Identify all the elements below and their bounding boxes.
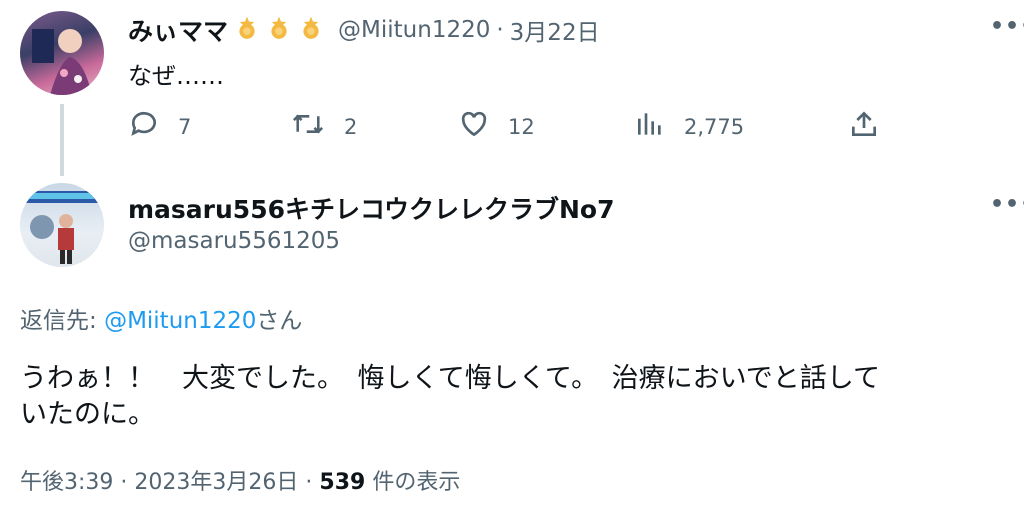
separator: · bbox=[496, 17, 504, 43]
retweet-icon bbox=[290, 108, 326, 145]
tweet1-header: みぃママ @Miitun1220 · 3月22日 bbox=[128, 12, 600, 48]
retweet-button[interactable]: 2 bbox=[290, 108, 357, 145]
tweet-date[interactable]: 3月22日 bbox=[510, 13, 600, 47]
tweet-text-line: うわぁ！！ 大変でした。 悔しくて悔しくて。 治療においでと話して bbox=[20, 363, 880, 394]
reply-prefix: 返信先: bbox=[20, 308, 97, 334]
views-button[interactable]: 2,775 bbox=[634, 108, 744, 145]
share-button[interactable] bbox=[848, 108, 880, 144]
more-options-icon[interactable]: ••• bbox=[990, 192, 1024, 217]
reply-count: 7 bbox=[178, 114, 192, 139]
display-name[interactable]: masaru556キチレコウクレレクラブNo7 bbox=[128, 190, 614, 226]
like-count: 12 bbox=[508, 114, 535, 139]
reply-icon bbox=[128, 108, 160, 145]
tweet-time[interactable]: 午後3:39 bbox=[20, 470, 113, 495]
reply-to-link[interactable]: @Miitun1220 bbox=[104, 308, 256, 334]
display-name[interactable]: みぃママ bbox=[128, 12, 228, 48]
like-button[interactable]: 12 bbox=[458, 108, 535, 145]
retweet-count: 2 bbox=[344, 114, 358, 139]
avatar-miimama[interactable] bbox=[20, 11, 104, 95]
handle[interactable]: @masaru5561205 bbox=[128, 228, 340, 254]
thread-line bbox=[60, 104, 64, 176]
separator: · bbox=[305, 470, 313, 495]
tweet-date[interactable]: 2023年3月26日 bbox=[134, 470, 298, 495]
tweet-meta: 午後3:39 · 2023年3月26日 · 539 件の表示 bbox=[20, 464, 460, 496]
views-count[interactable]: 539 bbox=[319, 470, 365, 495]
tweet2-text: うわぁ！！ 大変でした。 悔しくて悔しくて。 治療においでと話して いたのに。 bbox=[20, 361, 880, 433]
more-options-icon[interactable]: ••• bbox=[990, 14, 1024, 39]
reply-button[interactable]: 7 bbox=[128, 108, 191, 145]
separator: · bbox=[120, 470, 128, 495]
views-label: 件の表示 bbox=[372, 470, 461, 495]
avatar-masaru[interactable] bbox=[20, 183, 104, 267]
star-icon bbox=[298, 15, 324, 45]
reply-context: 返信先: @Miitun1220さん bbox=[20, 301, 302, 335]
star-icon bbox=[266, 15, 292, 45]
tweet1-text: なぜ…… bbox=[128, 62, 224, 90]
tweet-text-line: いたのに。 bbox=[20, 399, 155, 430]
reply-suffix: さん bbox=[256, 308, 303, 334]
handle[interactable]: @Miitun1220 bbox=[338, 17, 490, 43]
heart-icon bbox=[458, 108, 490, 145]
star-icon bbox=[234, 15, 260, 45]
analytics-icon bbox=[634, 108, 666, 145]
views-count: 2,775 bbox=[684, 114, 745, 139]
share-icon bbox=[848, 108, 880, 144]
